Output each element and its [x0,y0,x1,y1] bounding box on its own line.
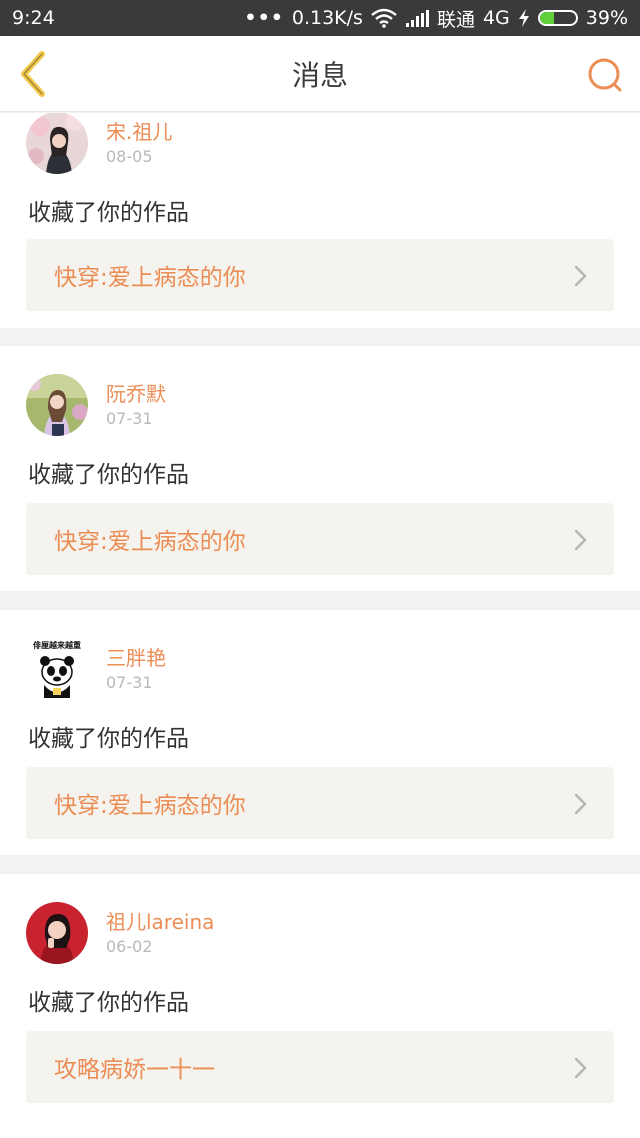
charging-icon [518,9,530,27]
avatar-caption: 俳厘越来越重 [33,640,81,650]
work-link[interactable]: 快穿:爱上病态的你 [26,239,614,311]
network-type: 4G [482,7,510,29]
page-title: 消息 [291,58,348,92]
chevron-right-icon [574,529,587,551]
work-title: 攻略病娇一十一 [54,1057,215,1083]
message-card: 祖儿lareina 06-02 收藏了你的作品 攻略病娇一十一 [0,874,640,1138]
wifi-icon [371,8,397,28]
work-link[interactable]: 快穿:爱上病态的你 [26,767,614,839]
back-button[interactable] [14,50,54,98]
user-name[interactable]: 阮乔默 [106,378,166,407]
status-bar: 9:24 ••• 0.13K/s 联通 4G 39% [0,0,640,36]
battery-level-fill [539,12,554,24]
user-name[interactable]: 宋.祖儿 [106,116,172,145]
user-name[interactable]: 祖儿lareina [106,906,214,935]
work-link[interactable]: 快穿:爱上病态的你 [26,503,614,575]
message-date: 08-05 [106,147,153,166]
message-card: 宋.祖儿 08-05 收藏了你的作品 快穿:爱上病态的你 [0,113,640,328]
signal-icon [405,9,429,27]
chevron-right-icon [574,265,587,287]
work-title: 快穿:爱上病态的你 [54,793,246,819]
panda-meme-avatar: 俳厘越来越重 [26,638,88,700]
work-title: 快穿:爱上病态的你 [54,529,246,555]
message-card: 阮乔默 07-31 收藏了你的作品 快穿:爱上病态的你 [0,346,640,591]
battery-icon [537,10,578,26]
message-date: 07-31 [106,673,153,692]
message-action: 收藏了你的作品 [28,726,189,752]
chevron-right-icon [574,793,587,815]
avatar-photo [26,902,88,964]
carrier-name: 联通 [436,8,475,31]
message-action: 收藏了你的作品 [28,200,189,226]
battery-percent: 39% [585,7,628,29]
avatar-photo [26,113,88,174]
work-title: 快穿:爱上病态的你 [54,265,246,291]
avatar[interactable] [26,902,88,964]
avatar-photo [26,374,88,436]
nav-bar: 消息 [0,36,640,112]
status-indicators: ••• 0.13K/s 联通 4G 39% [244,5,628,32]
avatar[interactable]: 俳厘越来越重 [26,638,88,700]
status-time: 9:24 [12,7,55,29]
chevron-left-icon [21,51,45,97]
search-icon [588,58,622,92]
message-date: 06-02 [106,937,153,956]
message-card: 俳厘越来越重 三胖艳 07-31 收藏了你的作品 快穿:爱上病态的你 [0,610,640,855]
status-dots: ••• [244,7,284,29]
user-name[interactable]: 三胖艳 [106,642,166,671]
message-action: 收藏了你的作品 [28,462,189,488]
search-button[interactable] [586,56,624,94]
chevron-right-icon [574,1057,587,1079]
avatar[interactable] [26,374,88,436]
network-speed: 0.13K/s [291,7,363,29]
work-link[interactable]: 攻略病娇一十一 [26,1031,614,1103]
message-action: 收藏了你的作品 [28,990,189,1016]
message-list[interactable]: 宋.祖儿 08-05 收藏了你的作品 快穿:爱上病态的你 阮乔默 07-31 收… [0,113,640,1138]
message-date: 07-31 [106,409,153,428]
avatar[interactable] [26,113,88,174]
